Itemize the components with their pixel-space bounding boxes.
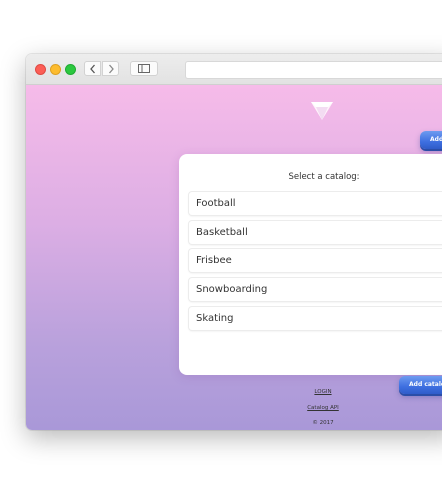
copyright-text: © 2017: [312, 420, 334, 426]
browser-window: Add Select a catalog: Football Basketbal…: [26, 54, 442, 430]
footer-login: LOGIN: [300, 389, 346, 395]
add-catalog-button[interactable]: Add catalog: [399, 376, 442, 394]
catalog-api-link[interactable]: Catalog API: [307, 405, 339, 411]
forward-button[interactable]: [102, 61, 119, 76]
maximize-window-button[interactable]: [65, 64, 76, 75]
close-window-button[interactable]: [35, 64, 46, 75]
sidebar-toggle-button[interactable]: [130, 61, 158, 76]
chevron-left-icon: [89, 64, 95, 73]
catalog-card: Select a catalog: Football Basketball Fr…: [179, 154, 442, 375]
login-link[interactable]: LOGIN: [314, 389, 331, 395]
chevron-right-icon: [108, 64, 114, 73]
catalog-item-snowboarding[interactable]: Snowboarding: [189, 278, 442, 301]
catalog-item-basketball[interactable]: Basketball: [189, 221, 442, 244]
add-button[interactable]: Add: [420, 131, 442, 149]
sidebar-icon: [138, 64, 150, 73]
card-title: Select a catalog:: [288, 172, 360, 182]
minimize-window-button[interactable]: [50, 64, 61, 75]
address-bar[interactable]: [185, 61, 442, 79]
page-viewport: Add Select a catalog: Football Basketbal…: [26, 85, 442, 430]
catalog-item-frisbee[interactable]: Frisbee: [189, 249, 442, 272]
footer-api: Catalog API: [300, 405, 346, 411]
browser-toolbar: [26, 54, 442, 85]
catalog-item-football[interactable]: Football: [189, 192, 442, 215]
diamond-logo-icon: [311, 102, 333, 120]
catalog-item-skating[interactable]: Skating: [189, 307, 442, 330]
back-button[interactable]: [84, 61, 101, 76]
